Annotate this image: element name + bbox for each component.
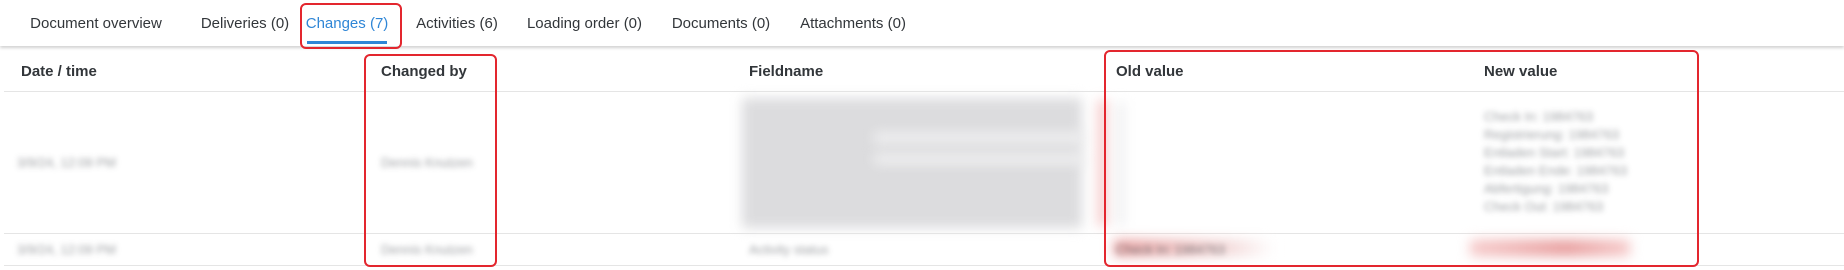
new-value-cell — [1470, 240, 1630, 256]
datetime-cell: 3/9/24, 12:09 PM — [17, 155, 117, 170]
fieldname-edge-mark — [1100, 100, 1105, 226]
tab-activities[interactable]: Activities (6) — [416, 0, 498, 46]
changed-by-cell: Dennis Knutzen — [381, 242, 473, 257]
old-value-cell: Check In: 1984763 — [1116, 242, 1226, 257]
column-header-date-time[interactable]: Date / time — [21, 50, 97, 92]
fieldname-cell: Activity status — [749, 242, 829, 257]
column-header-new-value[interactable]: New value — [1484, 50, 1557, 92]
new-value-line: Check In: 1984763 — [1484, 109, 1594, 124]
table-header: Date / time Changed by Fieldname Old val… — [4, 50, 1844, 92]
tab-deliveries[interactable]: Deliveries (0) — [190, 0, 300, 46]
changed-by-cell: Dennis Knutzen — [381, 155, 473, 170]
new-value-line: Entladen Start: 1984763 — [1484, 145, 1625, 160]
fieldname-highlight — [874, 132, 1084, 144]
tab-loading-order[interactable]: Loading order (0) — [526, 0, 643, 46]
old-value-cell — [1118, 102, 1123, 226]
column-header-old-value[interactable]: Old value — [1116, 50, 1184, 92]
new-value-line: Registrierung: 1984763 — [1484, 127, 1620, 142]
new-value-line: Abfertigung: 1984763 — [1484, 181, 1609, 196]
table-row[interactable]: 3/9/24, 12:09 PM Dennis Knutzen Activity… — [4, 234, 1844, 266]
tab-bar: Document overview Deliveries (0) Changes… — [0, 0, 1844, 46]
new-value-line: Entladen Ende: 1984763 — [1484, 163, 1628, 178]
tab-document-overview[interactable]: Document overview — [28, 0, 164, 46]
changes-table: Date / time Changed by Fieldname Old val… — [4, 50, 1844, 270]
new-value-cell: Check In: 1984763 Registrierung: 1984763… — [1484, 108, 1627, 216]
datetime-cell: 3/9/24, 12:09 PM — [17, 242, 117, 257]
column-header-fieldname[interactable]: Fieldname — [749, 50, 823, 92]
table-row[interactable]: 3/9/24, 12:09 PM Dennis Knutzen Check In… — [4, 92, 1844, 234]
column-header-changed-by[interactable]: Changed by — [381, 50, 467, 92]
tab-attachments[interactable]: Attachments (0) — [800, 0, 906, 46]
fieldname-highlight — [874, 154, 1084, 164]
tab-documents[interactable]: Documents (0) — [670, 0, 772, 46]
tab-changes[interactable]: Changes (7) — [306, 0, 388, 46]
new-value-line: Check Out: 1984763 — [1484, 199, 1604, 214]
